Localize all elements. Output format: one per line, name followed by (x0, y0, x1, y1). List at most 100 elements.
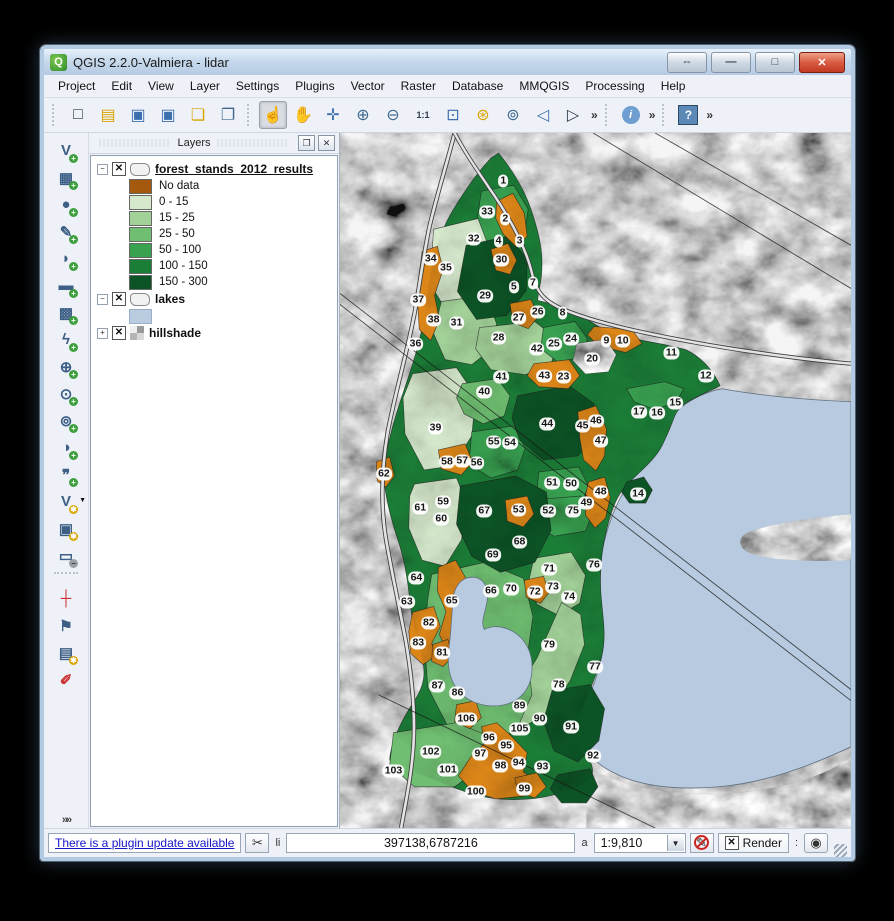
resize-grip[interactable] (834, 844, 847, 857)
menu-settings[interactable]: Settings (228, 77, 287, 95)
save-project-as-button[interactable]: ▣ (154, 101, 182, 129)
new-print-composer-button[interactable]: ❏ (184, 101, 212, 129)
coordinate-display[interactable]: 397138,6787216 (286, 833, 575, 853)
plugin-update-link[interactable]: There is a plugin update available (49, 836, 240, 850)
layer-visibility-checkbox[interactable]: ✕ (112, 326, 126, 340)
map-canvas[interactable]: 1234578910111214151617202324252627282930… (340, 133, 851, 828)
new-spatialite-layer-button[interactable]: ▣✱ (52, 515, 80, 542)
zoom-in-icon: ⊕ (356, 105, 369, 125)
menu-view[interactable]: View (140, 77, 182, 95)
menu-help[interactable]: Help (653, 77, 694, 95)
open-project-button[interactable]: ▤ (94, 101, 122, 129)
dock-close-button[interactable]: ✕ (318, 135, 335, 151)
menu-vector[interactable]: Vector (343, 77, 393, 95)
pan-to-selection-button[interactable]: ✛ (319, 101, 347, 129)
menu-layer[interactable]: Layer (182, 77, 228, 95)
zoom-full-button[interactable]: ⊡ (439, 101, 467, 129)
add-wms-layer-button[interactable]: ▩+ (52, 299, 80, 326)
zoom-in-button[interactable]: ⊕ (349, 101, 377, 129)
chevron-down-icon[interactable]: ▼ (79, 497, 86, 504)
menu-mmqgis[interactable]: MMQGIS (511, 77, 577, 95)
add-delimited-text-layer-button[interactable]: ❞+ (52, 461, 80, 488)
menu-plugins[interactable]: Plugins (287, 77, 342, 95)
layer-tree[interactable]: −✕forest_stands_2012_resultsNo data0 - 1… (90, 155, 338, 827)
add-postgis-layer-button[interactable]: ●+ (52, 191, 80, 218)
stand-label: 52 (540, 505, 556, 518)
zoom-next-button[interactable]: ▷ (559, 101, 587, 129)
help-contents-button[interactable]: ? (674, 101, 702, 129)
touch-zoom-tool-button[interactable]: ☝ (259, 101, 287, 129)
layer-visibility-checkbox[interactable]: ✕ (112, 162, 126, 176)
stand-label: 41 (494, 370, 510, 383)
legend-class-row: 100 - 150 (129, 258, 337, 274)
plus-green-badge-icon: + (69, 181, 78, 190)
dock-float-button[interactable]: ❐ (298, 135, 315, 151)
toolbar-overflow-button[interactable]: » (588, 108, 601, 122)
menu-processing[interactable]: Processing (577, 77, 652, 95)
plus-green-badge-icon: + (69, 289, 78, 298)
resize-button[interactable]: ⇔ (667, 52, 707, 73)
menu-database[interactable]: Database (444, 77, 511, 95)
stand-label: 106 (455, 712, 477, 725)
add-oracle-layer-button[interactable]: ▬+ (52, 272, 80, 299)
scale-combobox[interactable]: 1:9,810 ▼ (594, 833, 686, 853)
menu-project[interactable]: Project (50, 77, 103, 95)
label-tool-button[interactable]: ⚑ (52, 612, 80, 639)
star-yellow-badge-icon: ✱ (69, 505, 78, 514)
layers-panel-titlebar[interactable]: Layers ❐ ✕ (89, 133, 339, 154)
menu-raster[interactable]: Raster (393, 77, 444, 95)
recenter-tool-button[interactable]: ┼ (52, 585, 80, 612)
add-sqlanywhere-layer-button[interactable]: ϟ+ (52, 326, 80, 353)
stand-label: 101 (437, 763, 459, 776)
status-bar: There is a plugin update available ✂ li … (44, 828, 851, 857)
tree-expander-icon[interactable]: + (97, 328, 108, 339)
render-checkbox[interactable]: ✕ Render (718, 833, 789, 853)
add-wcs-layer-button[interactable]: ⊕+ (52, 353, 80, 380)
zoom-out-button[interactable]: ⊖ (379, 101, 407, 129)
annotation-tool-button[interactable]: ✐ (52, 666, 80, 693)
tree-expander-icon[interactable]: − (97, 294, 108, 305)
new-project-button[interactable]: □ (64, 101, 92, 129)
remove-layer-button[interactable]: ▭− (52, 542, 80, 569)
move-label-tool-button[interactable]: ▤✱ (52, 639, 80, 666)
toolbar-overflow-button[interactable]: » (646, 108, 659, 122)
new-shapefile-layer-button[interactable]: V✱▼ (52, 488, 80, 515)
crs-status-button[interactable]: ◉ (804, 833, 828, 853)
zoom-native-button[interactable]: 1:1 (409, 101, 437, 129)
layer-row[interactable]: −✕forest_stands_2012_results (95, 160, 337, 178)
stand-label: 73 (545, 581, 561, 594)
add-vector-layer-button[interactable]: V+ (52, 137, 80, 164)
toolbar-overflow-button[interactable]: »» (62, 814, 70, 826)
minimize-button[interactable]: — (711, 52, 751, 73)
identify-features-button[interactable]: i (617, 101, 645, 129)
layer-visibility-checkbox[interactable]: ✕ (112, 292, 126, 306)
close-button[interactable]: ✕ (799, 52, 845, 73)
add-raster-layer-button[interactable]: ▦+ (52, 164, 80, 191)
question-mark-icon: ? (678, 105, 698, 125)
maximize-button[interactable]: □ (755, 52, 795, 73)
add-spatialite-layer-button[interactable]: ✎+ (52, 218, 80, 245)
pan-map-tool-button[interactable]: ✋ (289, 101, 317, 129)
stop-render-button[interactable]: ✎ (690, 833, 714, 853)
layer-row[interactable]: −✕lakes (95, 290, 337, 308)
chevron-down-icon[interactable]: ▼ (667, 835, 684, 851)
stand-label: 56 (469, 456, 485, 469)
composer-manager-button[interactable]: ❐ (214, 101, 242, 129)
add-wfs-layer-button[interactable]: ⊙+ (52, 380, 80, 407)
layer-row[interactable]: +✕hillshade (95, 324, 337, 342)
zoom-last-button[interactable]: ◁ (529, 101, 557, 129)
plugin-update-icon[interactable]: ✂ (245, 833, 269, 853)
legend-swatch-row (129, 308, 337, 324)
stand-label: 54 (502, 436, 518, 449)
layers-panel-title: Layers (177, 137, 210, 149)
add-mssql-layer-button[interactable]: ◗+ (52, 245, 80, 272)
add-memory-layer-button[interactable]: ◑+ (52, 434, 80, 461)
menu-edit[interactable]: Edit (103, 77, 140, 95)
save-project-button[interactable]: ▣ (124, 101, 152, 129)
add-ows-layer-button[interactable]: ⊚+ (52, 407, 80, 434)
title-bar[interactable]: Q QGIS 2.2.0-Valmiera - lidar ⇔—□✕ (44, 49, 851, 75)
zoom-to-selection-button[interactable]: ⊛ (469, 101, 497, 129)
toolbar-overflow-button[interactable]: » (703, 108, 716, 122)
tree-expander-icon[interactable]: − (97, 164, 108, 175)
zoom-to-layer-button[interactable]: ⊚ (499, 101, 527, 129)
